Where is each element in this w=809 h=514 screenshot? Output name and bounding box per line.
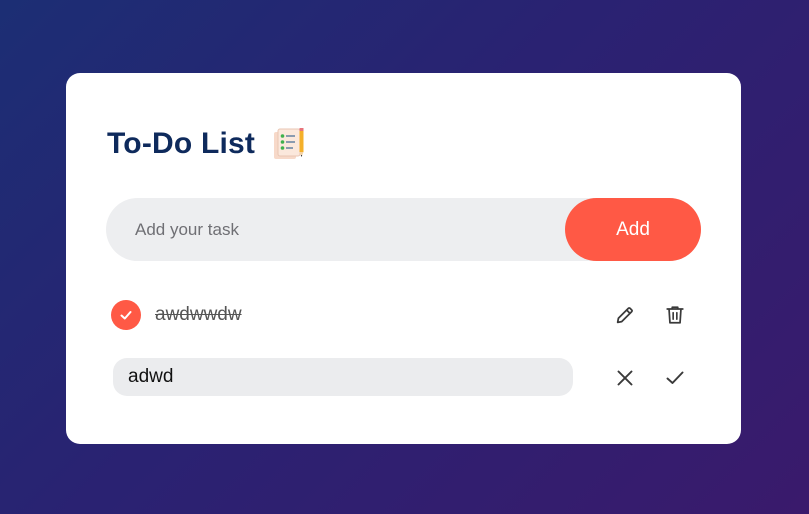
cancel-edit-button[interactable]	[612, 365, 638, 391]
list-item: awdwwdw	[110, 298, 700, 338]
checked-checkbox[interactable]	[111, 300, 141, 330]
save-edit-button[interactable]	[662, 365, 688, 391]
page-title: To-Do List	[107, 127, 256, 160]
task-input[interactable]	[106, 198, 561, 261]
list-item-editing	[110, 358, 700, 398]
header: To-Do List	[107, 123, 307, 165]
close-icon	[617, 370, 633, 386]
check-icon	[120, 311, 132, 320]
edit-button[interactable]	[612, 302, 638, 328]
todo-card: To-Do List Add your task Add awdwwdw adw…	[66, 73, 741, 444]
notepad-checklist-icon	[271, 126, 307, 162]
delete-button[interactable]	[662, 302, 688, 328]
edit-icon	[616, 307, 633, 324]
add-task-row: Add	[106, 198, 701, 261]
add-button[interactable]: Add	[565, 198, 701, 261]
task-text: awdwwdw	[155, 304, 242, 325]
check-icon	[666, 371, 684, 384]
edit-task-input[interactable]	[113, 358, 573, 396]
trash-icon	[666, 306, 684, 324]
